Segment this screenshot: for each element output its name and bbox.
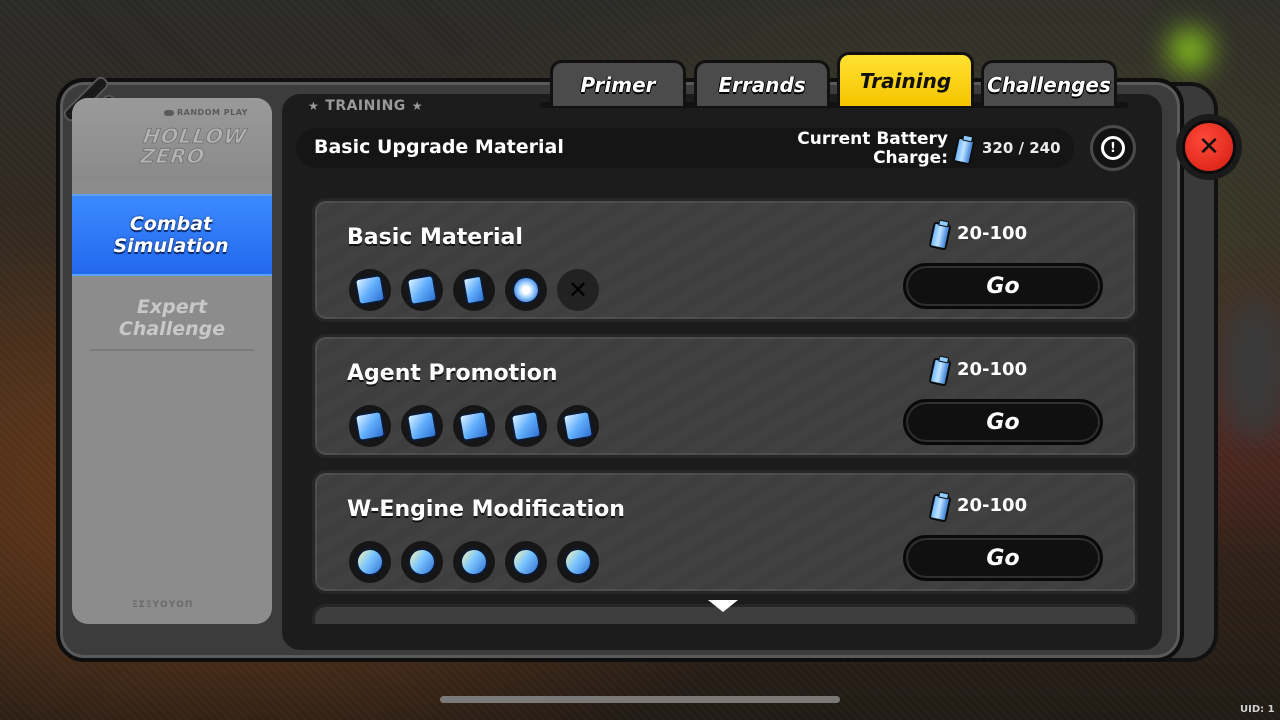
reward-icons — [349, 541, 599, 583]
hollow-zero-logo: HOLLOW ZERO — [138, 124, 249, 169]
background-glow — [1170, 30, 1210, 70]
close-icon: ✕ — [1182, 120, 1236, 174]
battery-value: 320 / 240 — [982, 139, 1061, 157]
sidebar-item-combat-simulation[interactable]: Combat Simulation — [72, 194, 272, 276]
orb-material-icon[interactable] — [505, 269, 547, 311]
info-button[interactable]: ! — [1090, 125, 1136, 171]
card-title: Basic Material — [347, 225, 523, 250]
anomaly-power-icon[interactable] — [453, 541, 495, 583]
battery-icon — [928, 493, 952, 523]
tab-primer[interactable]: Primer — [550, 60, 686, 106]
tab-training[interactable]: Training — [837, 52, 974, 106]
card-basic-material: Basic Material 20-100 ✕ Go — [312, 198, 1138, 322]
sidebar-footer-text: ΞΣΞΥΟΥΟΠ — [132, 600, 194, 610]
reward-icons: ✕ — [349, 269, 599, 311]
sidebar-item-label: Combat Simulation — [113, 213, 229, 257]
divider — [90, 349, 254, 351]
stun-power-icon[interactable] — [401, 541, 443, 583]
toggle-icon — [164, 109, 174, 116]
card-cost: 20-100 — [928, 221, 1027, 251]
go-button[interactable]: Go — [903, 535, 1103, 581]
chip-material-icon[interactable] — [349, 269, 391, 311]
go-button[interactable]: Go — [903, 399, 1103, 445]
star-icon: ★ — [308, 99, 320, 113]
defense-chip-icon[interactable] — [557, 405, 599, 447]
sidebar: RANDOM PLAY HOLLOW ZERO Combat Simulatio… — [72, 98, 272, 624]
card-w-engine-modification: W-Engine Modification 20-100 Go — [312, 470, 1138, 594]
tab-challenges[interactable]: Challenges — [981, 60, 1117, 106]
support-chip-icon[interactable] — [505, 405, 547, 447]
page-title: Basic Upgrade Material — [314, 136, 564, 158]
card-cost: 20-100 — [928, 493, 1027, 523]
locked-slot-icon: ✕ — [557, 269, 599, 311]
card-agent-promotion: Agent Promotion 20-100 Go — [312, 334, 1138, 458]
home-indicator[interactable] — [440, 696, 840, 703]
random-play-badge: RANDOM PLAY — [164, 108, 248, 117]
info-icon: ! — [1101, 136, 1125, 160]
attack-power-icon[interactable] — [349, 541, 391, 583]
canister-material-icon[interactable] — [453, 269, 495, 311]
battery-icon — [928, 357, 952, 387]
star-icon: ★ — [411, 99, 424, 113]
attack-chip-icon[interactable] — [349, 405, 391, 447]
disk-material-icon[interactable] — [401, 269, 443, 311]
sidebar-item-expert-challenge[interactable]: Expert Challenge — [72, 280, 272, 356]
section-label: ★ TRAINING ★ — [308, 98, 424, 114]
go-button[interactable]: Go — [903, 263, 1103, 309]
anomaly-chip-icon[interactable] — [453, 405, 495, 447]
battery-icon — [928, 221, 952, 251]
card-cost: 20-100 — [928, 357, 1027, 387]
defense-power-icon[interactable] — [557, 541, 599, 583]
logo-area: RANDOM PLAY HOLLOW ZERO — [72, 98, 272, 180]
reward-icons — [349, 405, 599, 447]
uid-label: UID: 1 — [1240, 704, 1275, 715]
battery-label: Current Battery Charge: — [797, 129, 948, 168]
scroll-down-icon[interactable] — [708, 600, 738, 612]
card-title: Agent Promotion — [347, 361, 558, 386]
close-button[interactable]: ✕ — [1176, 114, 1242, 180]
card-title: W-Engine Modification — [347, 497, 625, 522]
stun-chip-icon[interactable] — [401, 405, 443, 447]
support-power-icon[interactable] — [505, 541, 547, 583]
sidebar-item-label: Expert Challenge — [118, 296, 226, 340]
tab-errands[interactable]: Errands — [694, 60, 830, 106]
